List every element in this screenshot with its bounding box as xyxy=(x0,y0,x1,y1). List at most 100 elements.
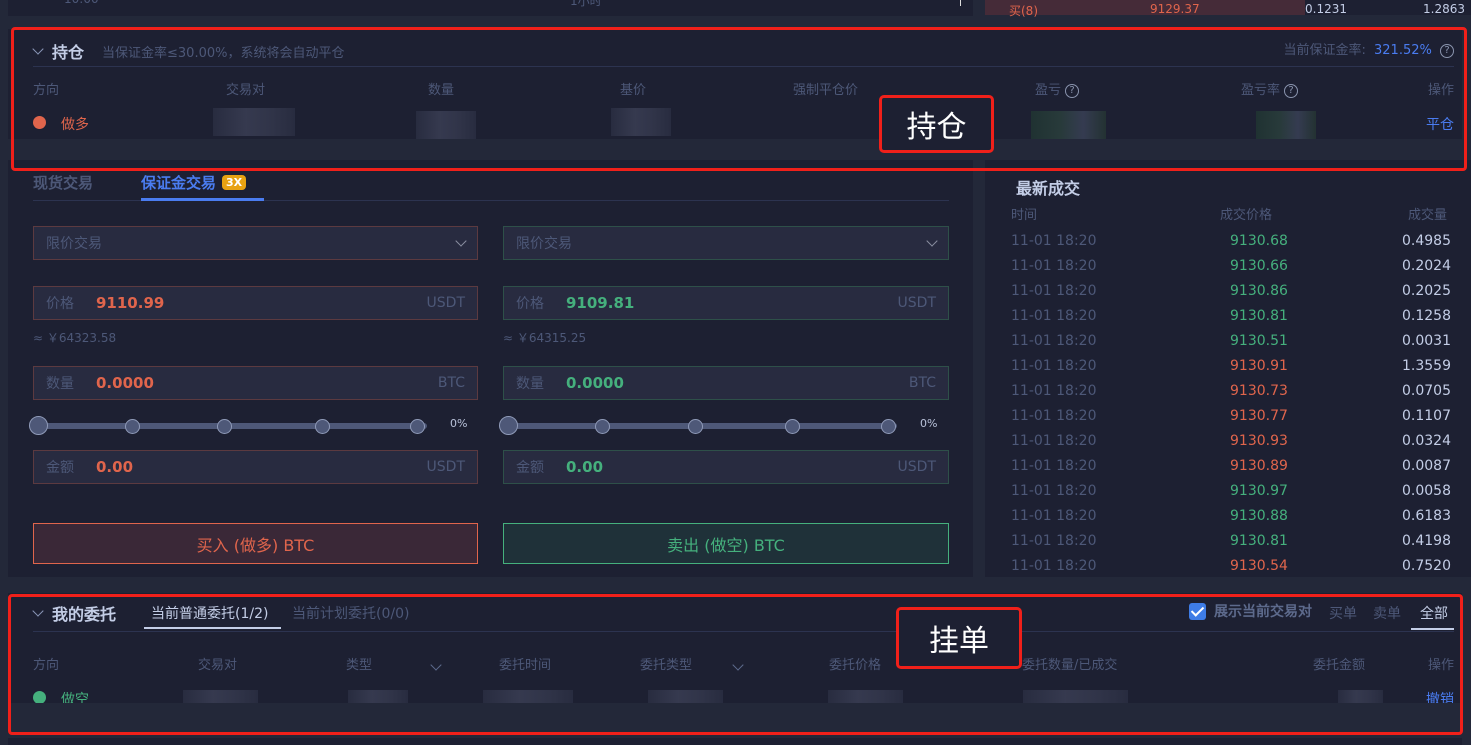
redacted-pnl xyxy=(1031,111,1106,139)
sell-price-approx-cny: ≈ ￥64315.25 xyxy=(503,331,587,345)
active-filter-indicator xyxy=(1411,628,1454,630)
orders-annotation-label: 挂单 xyxy=(896,607,1022,669)
sell-total-value[interactable]: 0.00 xyxy=(566,458,603,476)
trade-qty: 0.0058 xyxy=(1402,483,1451,499)
tab-margin-label: 保证金交易 xyxy=(141,174,217,192)
buy-amount-slider[interactable] xyxy=(29,416,427,436)
ask-amount: 0.1231 xyxy=(1305,2,1347,16)
active-tab-indicator xyxy=(144,627,281,629)
slider-stop-75[interactable] xyxy=(785,419,800,434)
positions-title: 持仓 xyxy=(52,43,85,62)
help-icon[interactable]: ? xyxy=(1440,43,1454,58)
col-pnl-rate-label: 盈亏率 xyxy=(1241,83,1281,98)
trade-qty: 0.4985 xyxy=(1402,233,1451,249)
slider-stop-50[interactable] xyxy=(688,419,703,434)
trade-price: 9130.97 xyxy=(1230,483,1288,499)
trade-qty: 0.1107 xyxy=(1402,408,1451,424)
trade-row: 11-01 18:20 9130.54 0.7520 xyxy=(1011,558,1451,583)
col-liquidation-price: 强制平仓价 xyxy=(793,83,859,98)
sell-order-type-select[interactable]: 限价交易 xyxy=(503,226,949,260)
col-order-price: 委托价格 xyxy=(829,658,882,673)
chevron-down-icon[interactable] xyxy=(32,43,44,55)
trade-row: 11-01 18:20 9130.91 1.3559 xyxy=(1011,358,1451,383)
buy-total-label: 金额 xyxy=(46,460,74,476)
tab-current-normal-orders[interactable]: 当前普通委托(1/2) xyxy=(151,603,268,623)
trade-time: 11-01 18:20 xyxy=(1011,508,1097,524)
sell-amount-unit: BTC xyxy=(908,375,936,391)
sell-short-button[interactable]: 卖出 (做空) BTC xyxy=(503,523,949,564)
slider-stop-100[interactable] xyxy=(881,419,896,434)
sell-price-value[interactable]: 9109.81 xyxy=(566,294,634,312)
buy-amount-label: 数量 xyxy=(46,376,74,392)
help-icon[interactable]: ? xyxy=(1065,83,1080,98)
buy-order-type-select[interactable]: 限价交易 xyxy=(33,226,478,260)
margin-rate: 当前保证金率: 321.52% ? xyxy=(1283,39,1454,58)
tab-current-plan-orders[interactable]: 当前计划委托(0/0) xyxy=(292,603,409,623)
buy-price-approx-cny: ≈ ￥64323.58 xyxy=(33,331,117,345)
trade-qty: 0.7520 xyxy=(1402,558,1451,574)
positions-annotation-label: 持仓 xyxy=(879,95,994,153)
slider-stop-25[interactable] xyxy=(595,419,610,434)
tab-margin-trading[interactable]: 保证金交易 3X xyxy=(141,172,247,193)
buy-price-label: 价格 xyxy=(46,296,74,312)
chevron-down-icon xyxy=(926,235,938,247)
trade-qty: 0.6183 xyxy=(1402,508,1451,524)
slider-stop-50[interactable] xyxy=(217,419,232,434)
trade-qty: 0.0705 xyxy=(1402,383,1451,399)
redacted-pair xyxy=(213,108,295,136)
trade-time: 11-01 18:20 xyxy=(1011,233,1097,249)
orders-header[interactable]: 我的委托 xyxy=(32,601,116,625)
divider xyxy=(33,631,1454,632)
slider-stop-25[interactable] xyxy=(125,419,140,434)
trade-qty: 0.1258 xyxy=(1402,308,1451,324)
buy-total-input[interactable]: 金额 0.00 USDT xyxy=(33,450,478,484)
tab-spot-trading[interactable]: 现货交易 xyxy=(33,172,93,193)
buy-total-value[interactable]: 0.00 xyxy=(96,458,133,476)
col-type[interactable]: 类型 xyxy=(346,654,442,673)
trade-time: 11-01 18:20 xyxy=(1011,283,1097,299)
chevron-down-icon[interactable] xyxy=(430,659,442,671)
filter-all-orders[interactable]: 全部 xyxy=(1420,603,1448,623)
buy-price-input[interactable]: 价格 9110.99 USDT xyxy=(33,286,478,320)
help-icon[interactable]: ? xyxy=(1284,83,1299,98)
sell-amount-slider[interactable] xyxy=(499,416,897,436)
orderbook-partial: 买(8) 9129.37 0.1231 1.2863 xyxy=(985,0,1471,18)
buy-amount-value[interactable]: 0.0000 xyxy=(96,374,154,392)
buy-long-button[interactable]: 买入 (做多) BTC xyxy=(33,523,478,564)
slider-handle[interactable] xyxy=(499,416,518,435)
sell-amount-input[interactable]: 数量 0.0000 BTC xyxy=(503,366,949,400)
checkbox-checked-icon[interactable] xyxy=(1189,602,1206,620)
trades-title: 最新成交 xyxy=(1016,179,1081,198)
partial-interval-label: 1小时 xyxy=(570,0,602,8)
sell-order-type-value: 限价交易 xyxy=(516,236,572,252)
col-pair: 交易对 xyxy=(198,658,238,673)
col-action: 操作 xyxy=(1427,658,1454,673)
positions-header[interactable]: 持仓 当保证金率≤30.00%，系统将会自动平仓 xyxy=(32,39,344,63)
sell-total-input[interactable]: 金额 0.00 USDT xyxy=(503,450,949,484)
col-amount: 数量 xyxy=(428,83,455,98)
sell-amount-value[interactable]: 0.0000 xyxy=(566,374,624,392)
trade-row: 11-01 18:20 9130.86 0.2025 xyxy=(1011,283,1451,308)
ask-price: 9129.37 xyxy=(1150,2,1200,16)
buy-price-value[interactable]: 9110.99 xyxy=(96,294,164,312)
filter-buy-orders[interactable]: 买单 xyxy=(1329,603,1357,623)
trade-qty: 0.0087 xyxy=(1402,458,1451,474)
show-current-pair-label: 展示当前交易对 xyxy=(1214,604,1312,620)
trade-time: 11-01 18:20 xyxy=(1011,258,1097,274)
trade-price: 9130.73 xyxy=(1230,383,1288,399)
chevron-down-icon[interactable] xyxy=(732,659,744,671)
col-direction: 方向 xyxy=(33,83,60,98)
buy-amount-input[interactable]: 数量 0.0000 BTC xyxy=(33,366,478,400)
trade-time: 11-01 18:20 xyxy=(1011,433,1097,449)
row-separator xyxy=(8,703,1462,718)
sell-price-input[interactable]: 价格 9109.81 USDT xyxy=(503,286,949,320)
slider-handle[interactable] xyxy=(29,416,48,435)
redacted-amount xyxy=(416,111,476,139)
close-position-button[interactable]: 平仓 xyxy=(1426,114,1454,134)
filter-sell-orders[interactable]: 卖单 xyxy=(1373,603,1401,623)
show-current-pair-toggle[interactable]: 展示当前交易对 xyxy=(1189,601,1312,621)
chevron-down-icon[interactable] xyxy=(32,605,44,617)
slider-stop-75[interactable] xyxy=(315,419,330,434)
col-order-kind[interactable]: 委托类型 xyxy=(640,654,744,673)
slider-stop-100[interactable] xyxy=(410,419,425,434)
